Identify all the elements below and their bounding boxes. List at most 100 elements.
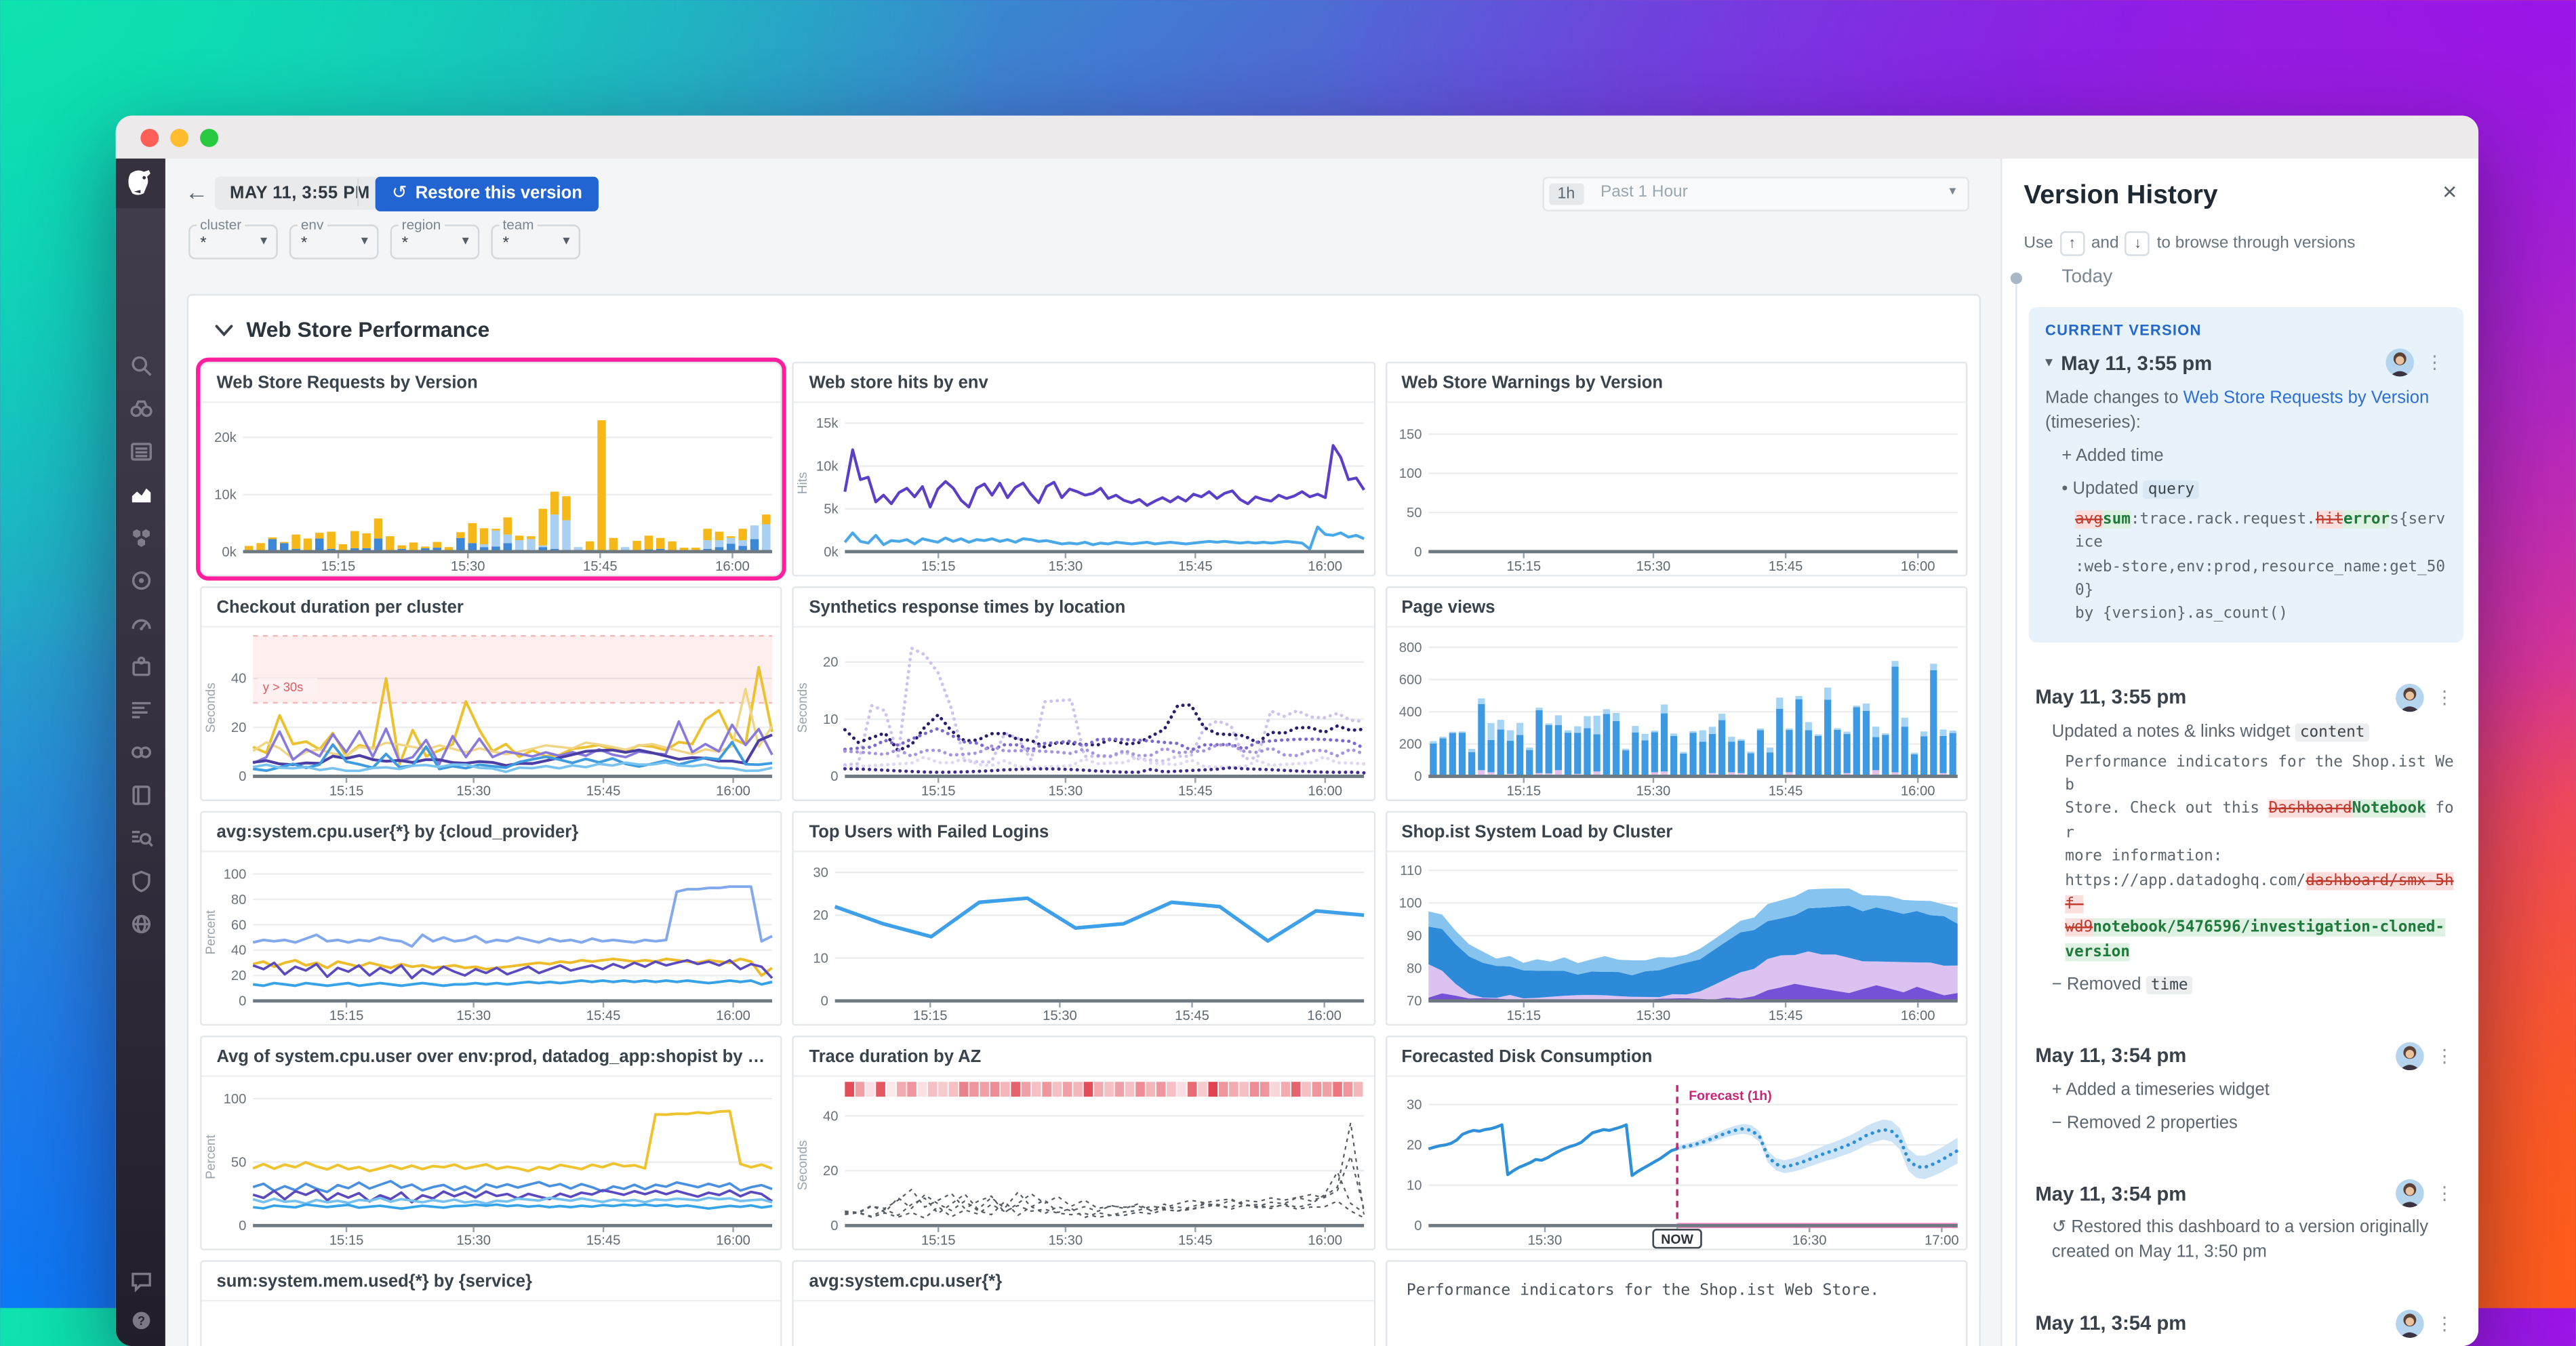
filter-env[interactable]: env * ▼: [289, 216, 379, 260]
widget-system-load[interactable]: Shop.ist System Load by Cluster 70 80 90 100…: [1385, 811, 1968, 1026]
widget-notes-widget[interactable]: Performance indicators for the Shop.ist …: [1385, 1260, 1968, 1346]
filter-cluster[interactable]: cluster * ▼: [188, 216, 278, 260]
svg-text:0: 0: [821, 994, 828, 1009]
svg-text:15:45: 15:45: [586, 1233, 621, 1248]
watchdog-icon[interactable]: [128, 396, 153, 422]
widget-cpu-over-prod[interactable]: Avg of system.cpu.user over env:prod, da…: [200, 1035, 783, 1250]
svg-text:90: 90: [1406, 929, 1422, 943]
widget-checkout-duration[interactable]: Checkout duration per cluster 0 20 40 Second…: [200, 586, 783, 801]
user-avatar[interactable]: [2396, 1309, 2424, 1338]
widget-failed-logins[interactable]: Top Users with Failed Logins 0 10 20 30 15:15…: [792, 811, 1375, 1026]
search-icon[interactable]: [128, 354, 153, 379]
svg-text:16:00: 16:00: [1900, 1008, 1935, 1023]
version-entry-3[interactable]: May 11, 3:54 pm ⋮ ↺ Restored this dashboar…: [2029, 1177, 2463, 1268]
kebab-menu-icon[interactable]: ⋮: [2432, 687, 2457, 708]
svg-text:200: 200: [1398, 737, 1422, 752]
macos-titlebar: [115, 115, 2479, 161]
time-range-chip: 1h: [1549, 183, 1584, 205]
header-divider: [357, 178, 359, 207]
svg-text:10k: 10k: [214, 488, 237, 503]
notebooks-icon[interactable]: [128, 783, 153, 808]
svg-text:0: 0: [1413, 769, 1421, 784]
widget-title: Web store hits by env: [794, 363, 1373, 403]
svg-text:15:45: 15:45: [583, 559, 618, 574]
widget-forecasted-disk[interactable]: Forecasted Disk Consumption 0 10 20 30 Foreca…: [1385, 1035, 1968, 1250]
svg-text:10: 10: [824, 712, 839, 727]
user-avatar[interactable]: [2396, 1042, 2424, 1070]
time-range-selector[interactable]: 1h Past 1 Hour ▾: [1542, 176, 1969, 211]
zoom-window-icon[interactable]: [200, 129, 218, 147]
widget-trace-duration-by-az[interactable]: Trace duration by AZ 0 20 40 Seconds 15:15 15:…: [792, 1035, 1375, 1250]
version-entry-2[interactable]: May 11, 3:54 pm ⋮ + Added a timeseries wid…: [2029, 1039, 2463, 1139]
apm-icon[interactable]: [128, 568, 153, 593]
svg-text:15:30: 15:30: [451, 559, 485, 574]
widget-title: Page views: [1386, 588, 1966, 628]
vh-item: + Added time: [2045, 445, 2447, 470]
widget-mem-by-service[interactable]: sum:system.mem.used{*} by {service}: [200, 1260, 783, 1346]
user-avatar[interactable]: [2396, 683, 2424, 712]
help-icon[interactable]: ?: [128, 1308, 153, 1333]
restore-version-button[interactable]: ↺ Restore this version: [375, 176, 599, 211]
widget-cpu-user[interactable]: avg:system.cpu.user{*}: [792, 1260, 1375, 1346]
svg-text:0k: 0k: [824, 545, 839, 560]
chevron-down-icon: ▼: [560, 236, 572, 248]
svg-text:0k: 0k: [222, 545, 237, 560]
chevron-down-icon: ▾: [1949, 183, 1956, 199]
text-segment: Made changes to: [2045, 388, 2183, 408]
widget-requests-by-version[interactable]: Web Store Requests by Version 0k 10k 20k 15:…: [200, 361, 783, 577]
chart-area: 0k 10k 20k 15:15 15:30 15:45 16:00: [202, 403, 781, 575]
svg-text:0: 0: [239, 994, 246, 1009]
svg-text:15:45: 15:45: [586, 1008, 621, 1023]
vh-item: • Updated query: [2045, 478, 2447, 502]
security-icon[interactable]: [128, 869, 153, 894]
version-entry-0[interactable]: CURRENT VERSION ▾ May 11, 3:55 pm ⋮ Made cha…: [2028, 307, 2464, 643]
svg-text:15:15: 15:15: [321, 559, 356, 574]
filter-region[interactable]: region * ▼: [390, 216, 480, 260]
log-explorer-icon[interactable]: [128, 826, 153, 851]
user-avatar[interactable]: [2396, 1179, 2424, 1208]
version-date-chip: MAY 11, 3:55 PM: [215, 176, 385, 210]
svg-text:30: 30: [1406, 1098, 1422, 1113]
widget-warnings-by-version[interactable]: Web Store Warnings by Version 0 50 100 150 15…: [1385, 361, 1968, 577]
widget-page-views[interactable]: Page views 0 200 400 600 800 15:15 15:30 15:45 16…: [1385, 586, 1968, 801]
group-title: Web Store Performance: [246, 317, 490, 342]
property-chip: time: [2146, 976, 2193, 995]
widget-link[interactable]: Web Store Requests by Version: [2183, 388, 2430, 408]
widget-title: sum:system.mem.used{*} by {service}: [201, 1262, 782, 1302]
kebab-menu-icon[interactable]: ⋮: [2422, 352, 2447, 373]
logs-icon[interactable]: [128, 697, 153, 722]
chart-area: 0 10 20 30 15:15 15:30 15:45 16:00: [794, 852, 1373, 1023]
kebab-menu-icon[interactable]: ⋮: [2432, 1183, 2457, 1204]
widget-group-header[interactable]: Web Store Performance: [188, 295, 1979, 361]
monitors-icon[interactable]: [128, 611, 153, 636]
integrations-icon[interactable]: [128, 654, 153, 679]
collapse-caret-icon[interactable]: ▾: [2045, 354, 2053, 372]
metrics-icon[interactable]: [128, 483, 153, 508]
timeline-line: [2015, 284, 2017, 1346]
text-segment: − Removed: [2051, 975, 2146, 995]
filter-team[interactable]: team * ▼: [491, 216, 581, 260]
close-window-icon[interactable]: [140, 129, 159, 147]
widget-cpu-by-provider[interactable]: avg:system.cpu.user{*} by {cloud_provide…: [200, 811, 783, 1026]
network-icon[interactable]: [128, 912, 153, 937]
datadog-logo[interactable]: [115, 158, 165, 209]
svg-text:15:15: 15:15: [922, 559, 957, 574]
hostmap-icon[interactable]: [128, 525, 153, 550]
svg-text:20: 20: [813, 908, 829, 923]
property-chip: content: [2295, 723, 2370, 741]
widget-synthetics-by-location[interactable]: Synthetics response times by location 0 10…: [792, 586, 1375, 801]
version-timestamp: May 11, 3:55 pm: [2035, 686, 2187, 710]
minimize-window-icon[interactable]: [170, 129, 189, 147]
kebab-menu-icon[interactable]: ⋮: [2432, 1313, 2457, 1334]
svg-text:15:45: 15:45: [586, 783, 621, 798]
kebab-menu-icon[interactable]: ⋮: [2432, 1045, 2457, 1067]
chat-icon[interactable]: [128, 1269, 153, 1294]
ci-icon[interactable]: [128, 740, 153, 765]
back-arrow-icon[interactable]: ←: [185, 178, 208, 205]
user-avatar[interactable]: [2386, 348, 2414, 377]
widget-hits-by-env[interactable]: Web store hits by env 0k 5k 10k 15k Hits 15:15…: [792, 361, 1375, 577]
version-entry-1[interactable]: May 11, 3:55 pm ⋮ Updated a notes & links …: [2029, 680, 2463, 1001]
dashboards-icon[interactable]: [128, 439, 153, 464]
close-panel-icon[interactable]: ×: [2442, 178, 2457, 206]
version-entry-4[interactable]: May 11, 3:54 pm⋮− Deleted Checkout durat…: [2029, 1306, 2463, 1346]
